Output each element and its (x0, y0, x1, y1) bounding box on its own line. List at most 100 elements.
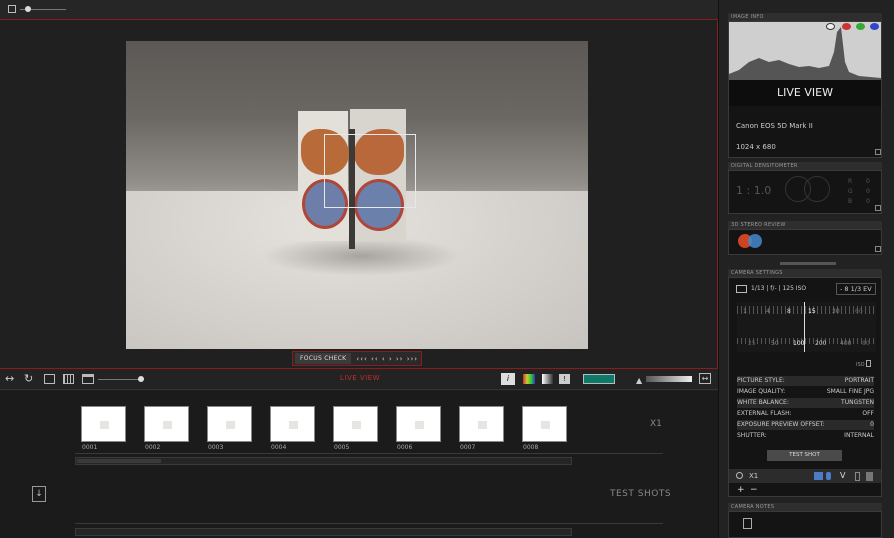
densitometer-header: DIGITAL DENSITOMETER (728, 162, 882, 170)
thumbnail-label: 0007 (460, 444, 476, 451)
iso-scale-tick: 100 (793, 340, 805, 347)
notes-icon[interactable] (743, 518, 752, 529)
settings-value: PORTRAIT (844, 377, 874, 384)
settings-label: IMAGE QUALITY: (737, 388, 786, 395)
thumbnail-size-slider[interactable] (20, 6, 66, 12)
slider-knob[interactable] (138, 376, 144, 382)
camera-icon (736, 285, 747, 293)
settings-row-shutter[interactable]: SHUTTER: INTERNAL (737, 431, 874, 441)
thumbnail[interactable] (396, 406, 441, 442)
thumbnail[interactable] (144, 406, 189, 442)
settings-value: TUNGSTEN (841, 399, 874, 406)
image-resolution: 1024 x 680 (736, 143, 776, 151)
settings-label: PICTURE STYLE: (737, 377, 785, 384)
remove-icon[interactable]: − (750, 485, 758, 495)
3d-glasses-icon[interactable] (583, 374, 615, 384)
thumbnail[interactable] (459, 406, 504, 442)
settings-row-picture-style[interactable]: PICTURE STYLE: PORTRAIT (737, 376, 874, 386)
thumbnail-label: 0002 (145, 444, 161, 451)
shutter-scale-tick: 30 (832, 308, 840, 315)
histogram-graph (729, 27, 881, 80)
lock-icon[interactable] (866, 360, 871, 367)
density-b-label: B (848, 198, 853, 205)
thumbnail[interactable] (207, 406, 252, 442)
settings-label: WHITE BALANCE: (737, 399, 789, 406)
test-shot-button[interactable]: TEST SHOT (767, 450, 842, 461)
scrollbar-thumb[interactable] (77, 459, 161, 463)
trash-icon[interactable] (866, 472, 873, 481)
histogram-green-icon[interactable] (856, 23, 865, 30)
grid-icon[interactable] (63, 374, 74, 384)
iso-scale-tick: 80 (862, 340, 870, 347)
focus-navigation-bar: FOCUS CHECK ‹‹‹ ‹‹ ‹ › ›› ››› (292, 351, 422, 366)
rotate-icon[interactable]: ↻ (24, 373, 33, 385)
focus-check-button[interactable]: FOCUS CHECK (295, 353, 352, 364)
density-g-value: 0 (866, 188, 870, 195)
settings-value: INTERNAL (844, 432, 874, 439)
thumbnail-label: 0005 (334, 444, 350, 451)
settings-row-exposure-preview-offset[interactable]: EXPOSURE PREVIEW OFFSET: 0 (737, 420, 874, 430)
density-r-label: R (848, 178, 853, 185)
slider-knob[interactable] (25, 6, 31, 12)
shutter-scale-tick: 15 (808, 308, 816, 315)
thumbnail[interactable] (522, 406, 567, 442)
video-icon[interactable]: V (840, 471, 845, 480)
shutter-scale-tick: 1 (743, 308, 747, 315)
settings-label: SHUTTER: (737, 432, 767, 439)
stereo-review-header: 3D STEREO REVIEW (728, 221, 882, 229)
iso-scale-tick: 25 (748, 340, 756, 347)
histogram (729, 22, 881, 80)
import-icon[interactable]: ↓ (32, 486, 46, 502)
camera-notes-header: CAMERA NOTES (728, 503, 882, 511)
histogram-red-icon[interactable] (842, 23, 851, 30)
test-shots-label: TEST SHOTS (610, 489, 672, 499)
thumbnail-label: 0006 (397, 444, 413, 451)
settings-row-white-balance[interactable]: WHITE BALANCE: TUNGSTEN (737, 398, 874, 408)
fit-screen-icon[interactable]: ↔ (699, 373, 711, 384)
microphone-icon[interactable] (826, 472, 831, 480)
warning-icon[interactable]: ! (559, 374, 570, 384)
crop-icon[interactable] (44, 374, 55, 384)
settings-row-external-flash[interactable]: EXTERNAL FLASH: OFF (737, 409, 874, 419)
filmstrip-scrollbar[interactable] (75, 457, 572, 465)
collapse-icon[interactable] (875, 149, 881, 155)
stereo-blue-icon[interactable] (748, 234, 762, 248)
collapse-icon[interactable] (875, 205, 881, 211)
thumbnail[interactable] (81, 406, 126, 442)
density-b-value: 0 (866, 198, 870, 205)
thumbnail[interactable] (270, 406, 315, 442)
test-shots-scrollbar[interactable] (75, 528, 572, 536)
exposure-readout: 1/13 | f/- | 125 ISO (751, 285, 807, 292)
exposure-ev: - 8 1/3 EV (836, 283, 876, 295)
settings-row-image-quality[interactable]: IMAGE QUALITY: SMALL FINE JPG (737, 387, 874, 397)
overlay-icon[interactable] (82, 374, 94, 384)
shutter-scale-tick: 60 (855, 308, 863, 315)
settings-value: SMALL FINE JPG (826, 388, 874, 395)
focus-nav-arrows[interactable]: ‹‹‹ ‹‹ ‹ › ›› ››› (356, 355, 418, 363)
fit-width-icon[interactable]: ↔ (5, 373, 14, 385)
thumbnail-label: 0008 (523, 444, 539, 451)
camera-model: Canon EOS 5D Mark II (736, 122, 813, 130)
thumbnail[interactable] (333, 406, 378, 442)
thumbnail-label: 0003 (208, 444, 224, 451)
focus-frame[interactable] (324, 134, 416, 208)
settings-label: EXTERNAL FLASH: (737, 410, 792, 417)
info-icon[interactable]: i (501, 373, 515, 385)
zoom-slider[interactable] (98, 376, 144, 382)
top-bar (0, 0, 718, 20)
memory-card-icon[interactable] (814, 472, 823, 480)
histogram-blue-icon[interactable] (870, 23, 879, 30)
brightness-slider[interactable] (646, 376, 692, 382)
shutter-scale-tick: 8 (787, 308, 791, 315)
grayscale-icon[interactable] (542, 374, 553, 384)
histogram-luminance-icon[interactable] (826, 23, 835, 30)
panel-resize-handle[interactable] (780, 262, 836, 265)
expand-icon[interactable] (875, 246, 881, 252)
filmstrip-zoom-label: X1 (650, 419, 662, 429)
density-r-value: 0 (866, 178, 870, 185)
battery-icon (855, 472, 860, 481)
color-bars-icon[interactable] (523, 374, 535, 384)
thumbnail-size-icon[interactable] (8, 5, 16, 13)
add-icon[interactable]: + (737, 485, 745, 495)
zoom-icon[interactable] (736, 472, 743, 479)
